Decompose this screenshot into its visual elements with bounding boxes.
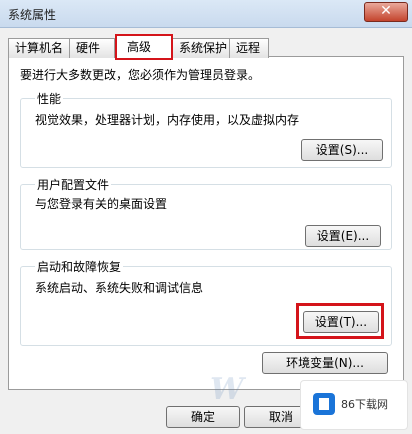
startup-recovery-desc: 系统启动、系统失败和调试信息 [35, 281, 204, 295]
environment-variables-button[interactable]: 环境变量(N)... [262, 352, 388, 374]
performance-desc: 视觉效果，处理器计划，内存使用，以及虚拟内存 [35, 113, 300, 127]
tab-advanced[interactable]: 高级 [115, 34, 173, 60]
performance-group: 性能 视觉效果，处理器计划，内存使用，以及虚拟内存 设置(S)... [20, 90, 392, 168]
startup-recovery-title: 启动和故障恢复 [35, 258, 124, 275]
user-profile-desc: 与您登录有关的桌面设置 [35, 197, 168, 211]
performance-title: 性能 [35, 90, 64, 107]
tab-computer-name[interactable]: 计算机名 [8, 38, 70, 58]
user-profile-settings-button[interactable]: 设置(E)... [305, 225, 381, 247]
tab-remote[interactable]: 远程 [229, 38, 269, 58]
window-title: 系统属性 [8, 8, 57, 22]
user-profile-title: 用户配置文件 [35, 176, 112, 193]
close-button[interactable]: ✕ [364, 2, 408, 22]
site-watermark: 86下载网 [300, 380, 408, 430]
admin-note: 要进行大多数更改，您必须作为管理员登录。 [20, 68, 261, 82]
close-icon: ✕ [380, 3, 392, 19]
tab-system-protection[interactable]: 系统保护 [172, 38, 230, 58]
download-site-icon [313, 393, 335, 415]
startup-recovery-group: 启动和故障恢复 系统启动、系统失败和调试信息 设置(T)... [20, 258, 392, 346]
startup-recovery-settings-button[interactable]: 设置(T)... [303, 311, 379, 333]
title-bar: 系统属性 ✕ [0, 0, 412, 28]
tab-hardware[interactable]: 硬件 [69, 38, 115, 58]
user-profile-group: 用户配置文件 与您登录有关的桌面设置 设置(E)... [20, 176, 392, 250]
watermark-text: 86下载网 [341, 398, 388, 411]
performance-settings-button[interactable]: 设置(S)... [301, 139, 383, 161]
ok-button[interactable]: 确定 [166, 406, 240, 428]
